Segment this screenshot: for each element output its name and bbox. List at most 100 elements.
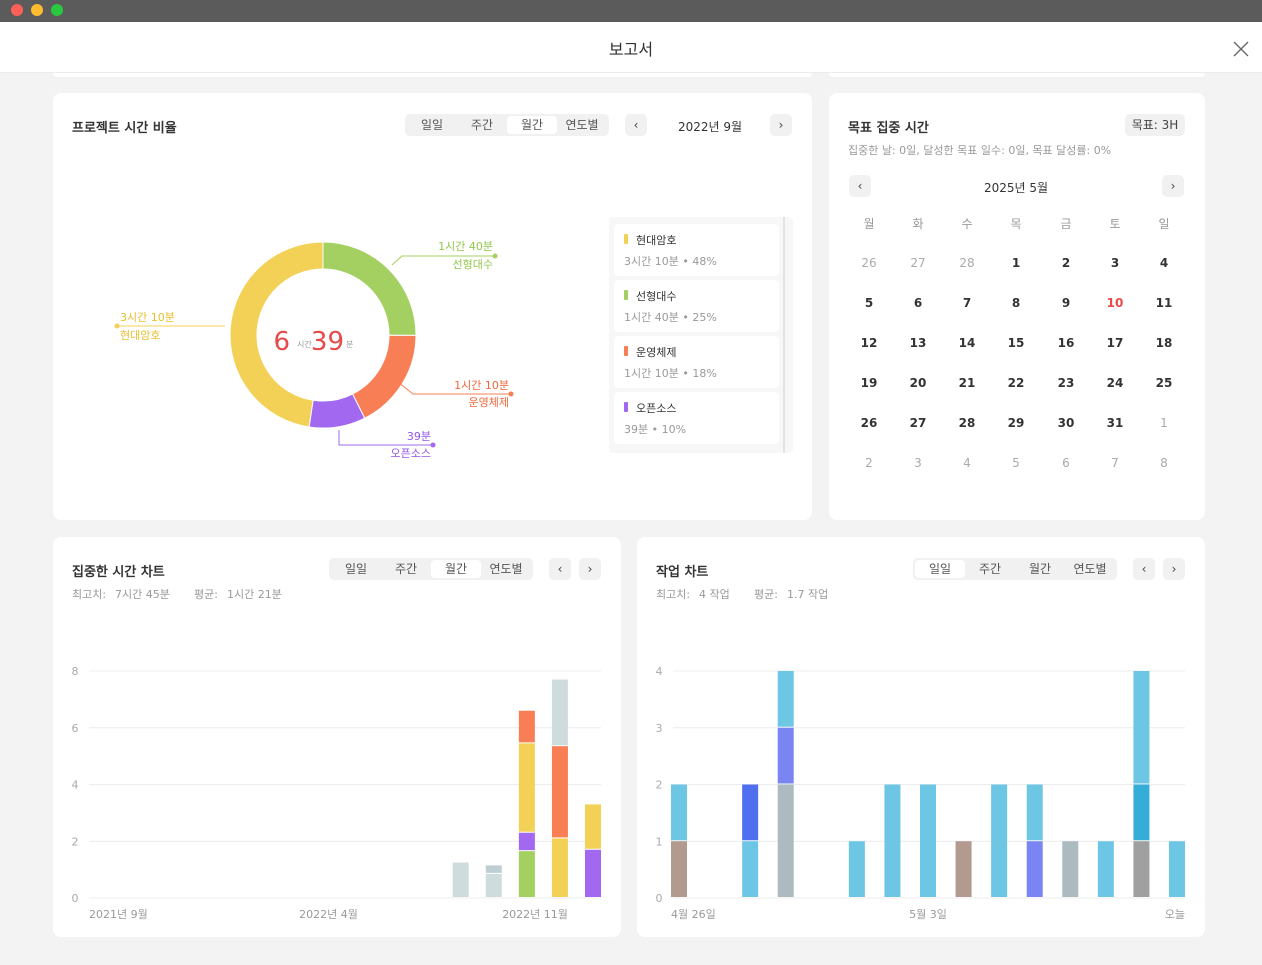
minimize-window-button[interactable] [31, 4, 43, 16]
donut-slice[interactable] [351, 334, 417, 419]
chevron-right-icon: › [778, 118, 784, 132]
calendar-day[interactable]: 3 [898, 456, 938, 470]
bar-segment[interactable] [742, 784, 759, 841]
bar-segment[interactable] [884, 784, 901, 898]
bar-segment[interactable] [585, 804, 601, 849]
calendar-day[interactable]: 17 [1095, 336, 1135, 350]
bar-segment[interactable] [955, 841, 972, 897]
bar-segment[interactable] [777, 727, 794, 784]
calendar-day[interactable]: 6 [1046, 456, 1086, 470]
bar-segment[interactable] [518, 832, 535, 851]
bar-segment[interactable] [1026, 784, 1043, 841]
calendar-day[interactable]: 20 [898, 376, 938, 390]
bar-segment[interactable] [518, 710, 535, 743]
bar-segment[interactable] [920, 784, 936, 898]
legend-item-opensource[interactable]: 오픈소스 39분 • 10% [614, 392, 779, 444]
bar-segment[interactable] [1169, 841, 1185, 897]
legend-item-cryptography[interactable]: 현대암호 3시간 10분 • 48% [614, 224, 779, 276]
bar-segment[interactable] [551, 838, 568, 897]
calendar-day[interactable]: 16 [1046, 336, 1086, 350]
calendar-day[interactable]: 27 [898, 416, 938, 430]
tab-weekly[interactable]: 주간 [457, 116, 507, 134]
bar-segment[interactable] [1097, 841, 1114, 897]
calendar-day[interactable]: 3 [1095, 256, 1135, 270]
bar-segment[interactable] [1133, 671, 1150, 784]
calendar-day[interactable]: 1 [996, 256, 1036, 270]
bar-segment[interactable] [518, 743, 535, 832]
bar-segment[interactable] [1026, 841, 1043, 897]
calendar-day[interactable]: 26 [849, 256, 889, 270]
calendar-next-button[interactable]: › [1162, 175, 1184, 197]
calendar-day[interactable]: 5 [849, 296, 889, 310]
calendar-day[interactable]: 22 [996, 376, 1036, 390]
close-icon[interactable] [1230, 38, 1252, 60]
bar-segment[interactable] [777, 784, 794, 898]
close-window-button[interactable] [11, 4, 23, 16]
bar-segment[interactable] [1133, 784, 1150, 841]
calendar-day[interactable]: 5 [996, 456, 1036, 470]
calendar-prev-button[interactable]: ‹ [849, 175, 871, 197]
y-tick-label: 6 [72, 722, 79, 735]
bar-segment[interactable] [991, 784, 1008, 898]
bar-segment[interactable] [671, 841, 687, 897]
goal-badge[interactable]: 목표: 3H [1125, 114, 1185, 136]
calendar-day[interactable]: 6 [898, 296, 938, 310]
calendar-day[interactable]: 11 [1144, 296, 1184, 310]
calendar-day[interactable]: 10 [1095, 296, 1135, 310]
calendar-day[interactable]: 7 [947, 296, 987, 310]
calendar-day[interactable]: 9 [1046, 296, 1086, 310]
calendar-day[interactable]: 29 [996, 416, 1036, 430]
calendar-day[interactable]: 14 [947, 336, 987, 350]
tab-monthly[interactable]: 월간 [507, 116, 557, 134]
calendar-day[interactable]: 28 [947, 256, 987, 270]
calendar-day[interactable]: 26 [849, 416, 889, 430]
x-tick-label: 5월 3일 [909, 907, 947, 921]
legend-scrollbar[interactable] [783, 217, 785, 453]
prev-month-button[interactable]: ‹ [625, 114, 647, 136]
callout-time-cryptography: 3시간 10분 [120, 311, 175, 324]
bar-segment[interactable] [551, 746, 568, 838]
bar-segment[interactable] [585, 849, 601, 897]
calendar-day[interactable]: 28 [947, 416, 987, 430]
calendar-day[interactable]: 27 [898, 256, 938, 270]
tab-daily[interactable]: 일일 [407, 116, 457, 134]
bar-segment[interactable] [848, 841, 865, 897]
calendar-day[interactable]: 31 [1095, 416, 1135, 430]
bar-segment[interactable] [551, 679, 568, 746]
calendar-day[interactable]: 8 [996, 296, 1036, 310]
legend-item-os[interactable]: 운영체제 1시간 10분 • 18% [614, 336, 779, 388]
legend-item-linear-algebra[interactable]: 선형대수 1시간 40분 • 25% [614, 280, 779, 332]
calendar-day[interactable]: 18 [1144, 336, 1184, 350]
task-bar-chart: 0 1 2 3 4 4월 26일 5월 3일 오늘 [656, 665, 1185, 921]
bar-segment[interactable] [1133, 841, 1150, 897]
bar-segment[interactable] [777, 671, 794, 727]
calendar-day[interactable]: 21 [947, 376, 987, 390]
calendar-day[interactable]: 2 [849, 456, 889, 470]
next-month-button[interactable]: › [770, 114, 792, 136]
bar-segment[interactable] [518, 851, 535, 897]
calendar-day[interactable]: 24 [1095, 376, 1135, 390]
calendar-day[interactable]: 15 [996, 336, 1036, 350]
calendar-day[interactable]: 8 [1144, 456, 1184, 470]
bar-segment[interactable] [742, 841, 759, 897]
calendar-day[interactable]: 25 [1144, 376, 1184, 390]
bar-segment[interactable] [671, 784, 687, 841]
calendar-day[interactable]: 13 [898, 336, 938, 350]
calendar-day[interactable]: 4 [947, 456, 987, 470]
zoom-window-button[interactable] [51, 4, 63, 16]
calendar-day[interactable]: 19 [849, 376, 889, 390]
calendar-day[interactable]: 4 [1144, 256, 1184, 270]
y-tick-label: 1 [656, 835, 663, 848]
legend-color-swatch [624, 290, 628, 300]
calendar-day[interactable]: 30 [1046, 416, 1086, 430]
calendar-day[interactable]: 12 [849, 336, 889, 350]
tab-yearly[interactable]: 연도별 [557, 116, 607, 134]
bar-segment[interactable] [485, 865, 502, 873]
calendar-day[interactable]: 1 [1144, 416, 1184, 430]
calendar-day[interactable]: 2 [1046, 256, 1086, 270]
bar-segment[interactable] [452, 862, 469, 897]
calendar-day[interactable]: 23 [1046, 376, 1086, 390]
calendar-day[interactable]: 7 [1095, 456, 1135, 470]
bar-segment[interactable] [485, 873, 502, 897]
bar-segment[interactable] [1062, 841, 1079, 897]
